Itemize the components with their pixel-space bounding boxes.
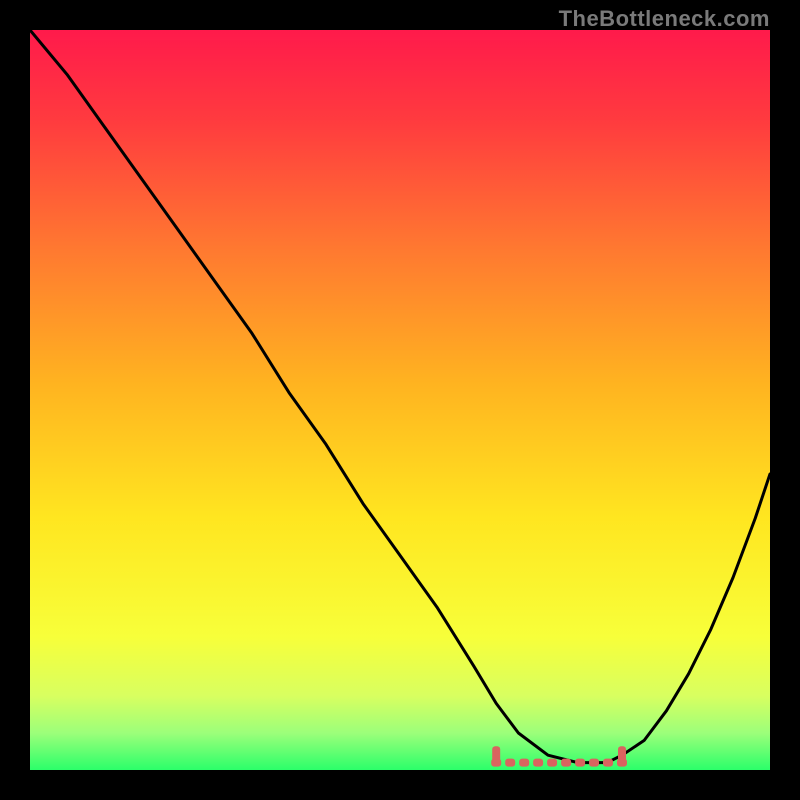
optimal-marker: [603, 759, 613, 767]
optimal-marker: [547, 759, 557, 767]
optimal-marker: [561, 759, 571, 767]
optimal-marker: [505, 759, 515, 767]
optimal-marker: [533, 759, 543, 767]
optimal-marker: [519, 759, 529, 767]
bottleneck-chart: [30, 30, 770, 770]
optimal-marker-endcap: [618, 746, 626, 762]
optimal-marker: [575, 759, 585, 767]
watermark-label: TheBottleneck.com: [559, 6, 770, 32]
plot-area: [30, 30, 770, 770]
optimal-marker: [589, 759, 599, 767]
optimal-marker-endcap: [492, 746, 500, 762]
gradient-background: [30, 30, 770, 770]
chart-frame: TheBottleneck.com: [0, 0, 800, 800]
